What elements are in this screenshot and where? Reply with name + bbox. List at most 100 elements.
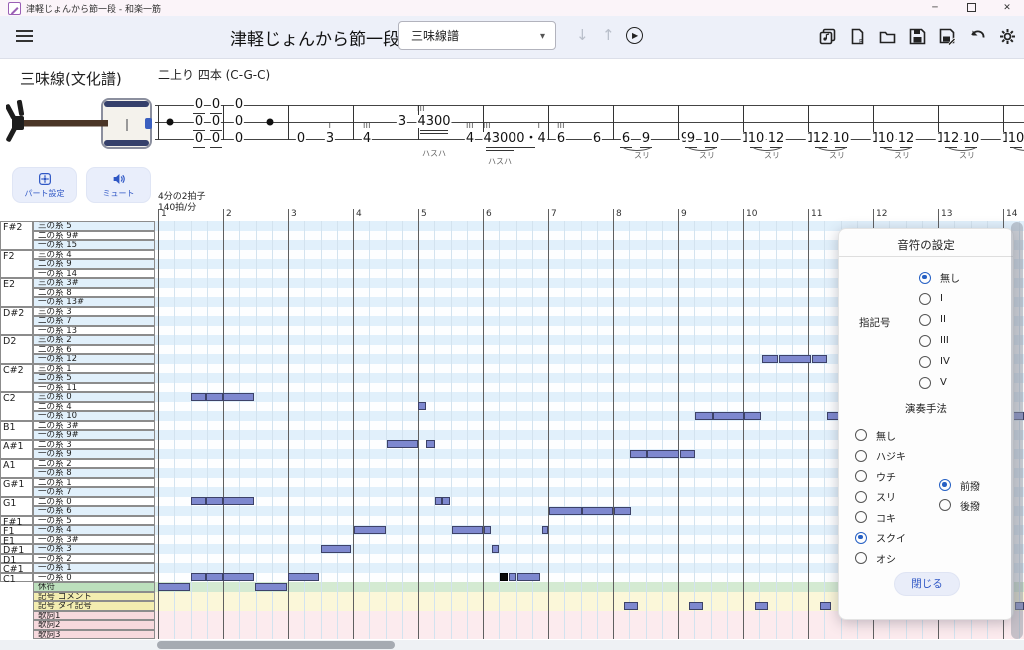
- close-button[interactable]: ✕: [992, 0, 1022, 16]
- beat-line: [337, 221, 338, 639]
- radio-option[interactable]: コキ: [855, 507, 906, 528]
- undo-icon[interactable]: [969, 28, 986, 45]
- note-block[interactable]: [582, 507, 613, 515]
- note-block[interactable]: [812, 355, 827, 363]
- radio-option[interactable]: ウチ: [855, 466, 906, 487]
- tab-number: 0: [211, 132, 221, 145]
- pitch-label: F#2: [0, 221, 33, 250]
- mute-button[interactable]: ミュート: [86, 167, 151, 203]
- measure-number: 10: [746, 209, 757, 219]
- note-block[interactable]: [517, 573, 540, 581]
- radio-option[interactable]: V: [919, 372, 960, 393]
- radio-option[interactable]: 無し: [855, 425, 906, 446]
- note-block[interactable]: [509, 573, 516, 581]
- note-block[interactable]: [387, 440, 418, 448]
- beat-line: [272, 221, 273, 639]
- tab-number: 4300: [482, 132, 517, 145]
- beam-mark: [486, 147, 514, 148]
- suri-label: スリ: [634, 150, 650, 161]
- maximize-button[interactable]: [956, 0, 986, 16]
- note-block[interactable]: [206, 573, 223, 581]
- note-block[interactable]: [452, 526, 483, 534]
- note-block[interactable]: [418, 402, 426, 410]
- note-block[interactable]: [779, 355, 811, 363]
- note-block[interactable]: [762, 355, 778, 363]
- note-block[interactable]: [755, 602, 768, 610]
- dialog-close-button[interactable]: 閉じる: [894, 572, 960, 596]
- score-type-select[interactable]: 三味線譜 ▾: [398, 21, 556, 50]
- note-block[interactable]: [191, 393, 206, 401]
- note-block[interactable]: [223, 497, 254, 505]
- play-button[interactable]: ▶: [626, 27, 643, 44]
- note-block[interactable]: [191, 573, 206, 581]
- note-block[interactable]: [624, 602, 638, 610]
- note-block[interactable]: [744, 412, 761, 420]
- folder-icon[interactable]: [879, 28, 896, 45]
- note-block[interactable]: [158, 583, 190, 591]
- note-block[interactable]: [542, 526, 548, 534]
- radio-option[interactable]: オシ: [855, 548, 906, 569]
- string-row-label: 一の糸 7: [33, 487, 155, 497]
- part-settings-button[interactable]: パート設定: [12, 167, 77, 203]
- tab-number: 0・4: [515, 132, 547, 145]
- note-block[interactable]: [614, 507, 631, 515]
- instrument-title: 三味線(文化譜): [20, 68, 122, 89]
- radio-option[interactable]: III: [919, 330, 960, 351]
- beat-line: [174, 221, 175, 639]
- note-block[interactable]: [820, 602, 831, 610]
- note-block[interactable]: [442, 497, 450, 505]
- radio-option[interactable]: 前撥: [939, 475, 980, 495]
- copy-score-icon[interactable]: [819, 28, 836, 45]
- beat-line: [434, 221, 435, 639]
- note-block[interactable]: [288, 573, 319, 581]
- string-row-label: 一の糸 6: [33, 506, 155, 516]
- note-block[interactable]: [206, 393, 223, 401]
- note-block[interactable]: [647, 450, 679, 458]
- down-arrow-icon[interactable]: ↓: [576, 26, 589, 44]
- radio-option[interactable]: I: [919, 288, 960, 309]
- special-row-label: 記号 タイ記号: [33, 601, 155, 611]
- radio-option[interactable]: スクイ: [855, 528, 906, 549]
- note-block[interactable]: [223, 393, 254, 401]
- tab-number: 6: [556, 132, 566, 145]
- settings-gear-icon[interactable]: [999, 28, 1016, 45]
- note-block[interactable]: [680, 450, 695, 458]
- radio-option[interactable]: II: [919, 309, 960, 330]
- note-block[interactable]: [630, 450, 647, 458]
- note-block[interactable]: [435, 497, 442, 505]
- position-marker: III: [363, 122, 371, 130]
- note-block[interactable]: [492, 545, 499, 553]
- note-block[interactable]: [191, 497, 206, 505]
- radio-option[interactable]: IV: [919, 351, 960, 372]
- note-block[interactable]: [689, 602, 703, 610]
- radio-option[interactable]: スリ: [855, 487, 906, 508]
- note-block[interactable]: [484, 526, 491, 534]
- minimize-button[interactable]: ─: [920, 0, 950, 16]
- note-block[interactable]: [426, 440, 435, 448]
- radio-option[interactable]: 無し: [919, 267, 960, 288]
- up-arrow-icon[interactable]: ↑: [602, 26, 615, 44]
- note-block[interactable]: [255, 583, 287, 591]
- menu-icon[interactable]: [16, 30, 33, 43]
- radio-icon: [855, 511, 867, 523]
- tab-number: 6: [592, 132, 602, 145]
- note-block[interactable]: [549, 507, 582, 515]
- note-block[interactable]: [713, 412, 744, 420]
- radio-label: IV: [940, 356, 950, 367]
- note-block[interactable]: [321, 545, 351, 553]
- radio-option[interactable]: ハジキ: [855, 446, 906, 467]
- horizontal-scrollbar-thumb[interactable]: [157, 641, 395, 649]
- note-block[interactable]: [354, 526, 386, 534]
- save-icon[interactable]: [909, 28, 926, 45]
- file-record-icon[interactable]: R: [849, 28, 866, 45]
- note-block[interactable]: [695, 412, 713, 420]
- pitch-label: C1: [0, 573, 33, 583]
- note-block[interactable]: [223, 573, 254, 581]
- note-block[interactable]: [500, 573, 508, 581]
- radio-label: オシ: [876, 551, 896, 566]
- save-as-icon[interactable]: [939, 28, 956, 45]
- vertical-scrollbar[interactable]: [1011, 222, 1023, 639]
- radio-option[interactable]: 後撥: [939, 495, 980, 515]
- note-block[interactable]: [206, 497, 223, 505]
- bar-line: [678, 105, 679, 140]
